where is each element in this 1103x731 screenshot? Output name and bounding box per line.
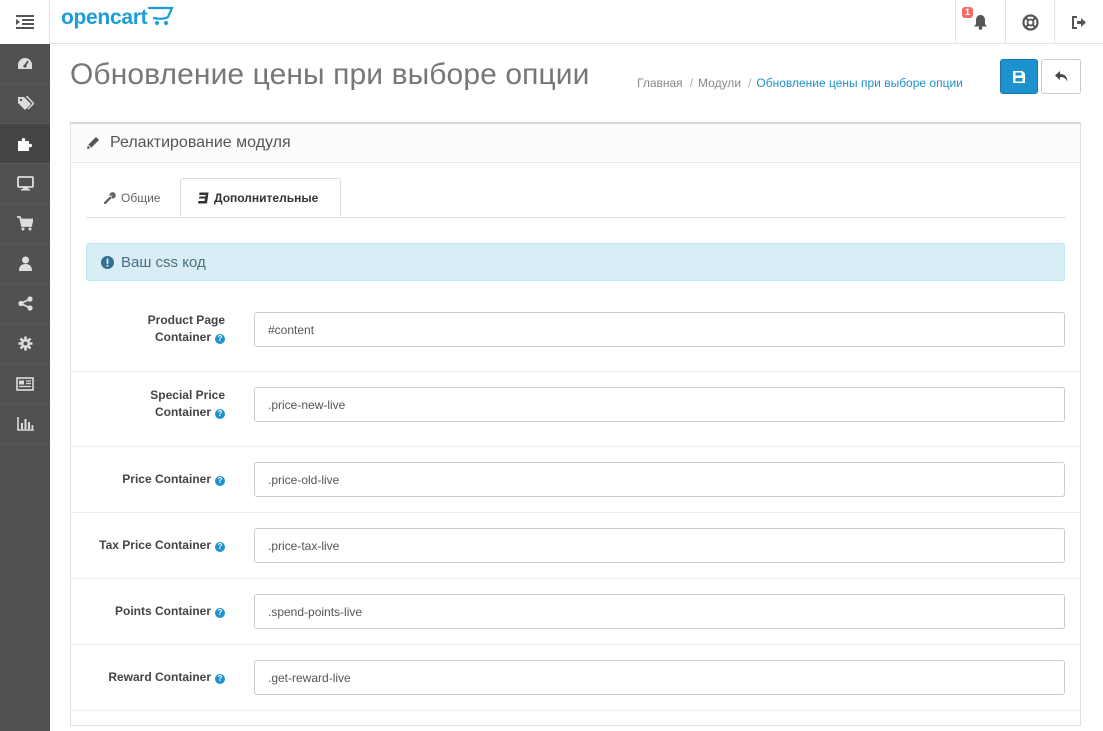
field-label: Price Container?: [122, 471, 225, 488]
special-price-container-input[interactable]: [254, 387, 1065, 422]
form-row-reward-container: Reward Container?: [71, 645, 1080, 711]
wrench-icon: [104, 192, 116, 204]
help-icon[interactable]: ?: [215, 542, 225, 552]
logo-text: opencart: [61, 6, 148, 29]
sidebar-item-extensions[interactable]: [0, 124, 50, 164]
tab-additional-label: Дополнительные: [214, 190, 319, 205]
opencart-logo[interactable]: opencart: [61, 6, 174, 30]
notification-badge: 1: [962, 7, 974, 18]
help-icon[interactable]: ?: [215, 476, 225, 486]
css3-icon: [198, 192, 209, 203]
sidebar-item-sales[interactable]: [0, 204, 50, 244]
help-icon[interactable]: ?: [215, 334, 225, 344]
label-line: Container: [154, 330, 211, 344]
back-button[interactable]: [1041, 59, 1081, 94]
product-page-container-input[interactable]: [254, 312, 1065, 347]
reward-container-input[interactable]: [254, 660, 1065, 695]
info-alert: Ваш css код: [86, 243, 1065, 281]
label-line: Special Price: [150, 388, 225, 402]
newspaper-icon: [16, 376, 34, 391]
price-container-input[interactable]: [254, 462, 1065, 497]
tab-general[interactable]: Общие: [86, 178, 181, 218]
save-icon: [1013, 70, 1025, 83]
save-button[interactable]: [1000, 59, 1038, 94]
breadcrumb-separator: /: [748, 76, 752, 90]
sidebar-item-marketing[interactable]: [0, 284, 50, 324]
sidebar-item-statistics[interactable]: [0, 404, 50, 444]
share-icon: [17, 296, 33, 311]
page-title: Обновление цены при выборе опции: [70, 58, 590, 91]
sidebar-item-dashboard[interactable]: [0, 44, 50, 84]
life-ring-icon: [1021, 13, 1039, 31]
label-line: Tax Price Container: [99, 538, 211, 552]
label-line: Container: [154, 405, 211, 419]
top-header: opencart 1: [0, 0, 1103, 44]
form-row-price-container: Price Container?: [71, 447, 1080, 513]
breadcrumb-separator: /: [689, 76, 694, 90]
menu-toggle-button[interactable]: [0, 0, 50, 44]
notifications-button[interactable]: 1: [955, 0, 1005, 44]
field-label: Special Price Container?: [150, 387, 225, 421]
edit-module-panel: Релактирование модуля Общие Дополнительн…: [70, 122, 1081, 726]
sidebar-item-design[interactable]: [0, 164, 50, 204]
support-button[interactable]: [1005, 0, 1054, 44]
tags-icon: [17, 96, 34, 110]
indent-icon: [15, 15, 34, 29]
field-label: Tax Price Container?: [99, 537, 225, 554]
form-row-points-container: Points Container?: [71, 579, 1080, 645]
help-icon[interactable]: ?: [215, 674, 225, 684]
breadcrumb-modules[interactable]: Модули: [698, 76, 741, 90]
points-container-input[interactable]: [254, 594, 1065, 629]
tab-bar: Общие Дополнительные: [86, 178, 1066, 218]
sidebar-item-catalog[interactable]: [0, 84, 50, 124]
logo-cart-icon: [148, 6, 174, 25]
puzzle-icon: [18, 137, 32, 151]
help-icon[interactable]: ?: [215, 608, 225, 618]
label-line: Price Container: [122, 472, 211, 486]
form-row-special-price-container: Special Price Container?: [71, 372, 1080, 447]
pencil-icon: [87, 137, 99, 149]
sidebar: [0, 44, 50, 731]
user-icon: [18, 256, 32, 271]
sidebar-item-system[interactable]: [0, 324, 50, 364]
cart-icon: [17, 216, 33, 231]
label-line: Points Container: [114, 604, 211, 618]
logout-button[interactable]: [1054, 0, 1103, 44]
bar-chart-icon: [16, 416, 34, 431]
exclamation-circle-icon: [101, 255, 114, 269]
help-icon[interactable]: ?: [215, 409, 225, 419]
field-label: Reward Container?: [108, 669, 225, 686]
panel-heading: Релактирование модуля: [71, 124, 1080, 163]
breadcrumb-current[interactable]: Обновление цены при выборе опции: [756, 76, 963, 90]
desktop-icon: [16, 176, 34, 191]
field-label: Points Container?: [115, 603, 225, 620]
alert-text: Ваш css код: [121, 253, 206, 271]
breadcrumb: Главная / Модули / Обновление цены при в…: [637, 76, 963, 90]
tab-additional[interactable]: Дополнительные: [180, 178, 341, 217]
label-line: Product Page: [147, 313, 225, 327]
dashboard-icon: [18, 57, 32, 69]
cog-icon: [18, 336, 32, 351]
reply-icon: [1054, 71, 1067, 82]
bell-icon: [974, 15, 987, 30]
sign-out-icon: [1071, 15, 1086, 29]
form-row-tax-price-container: Tax Price Container?: [71, 513, 1080, 579]
tab-general-label: Общие: [121, 191, 161, 205]
breadcrumb-home[interactable]: Главная: [637, 76, 683, 90]
label-line: Reward Container: [108, 670, 211, 684]
field-label: Product Page Container?: [148, 312, 225, 346]
tax-price-container-input[interactable]: [254, 528, 1065, 563]
sidebar-item-reports[interactable]: [0, 364, 50, 404]
sidebar-item-customers[interactable]: [0, 244, 50, 284]
form-row-product-page-container: Product Page Container?: [71, 297, 1080, 372]
panel-title: Релактирование модуля: [110, 134, 291, 151]
